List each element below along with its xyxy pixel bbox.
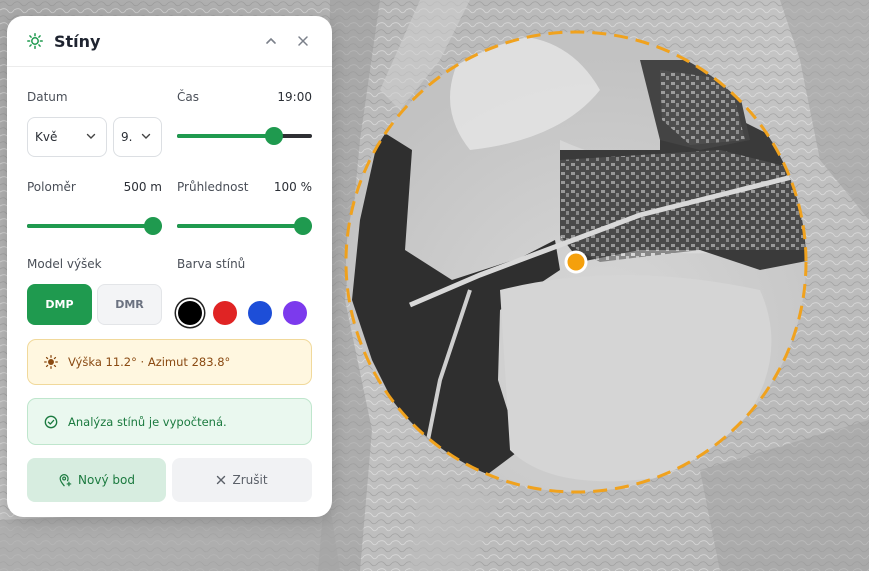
opacity-value: 100 %: [273, 180, 312, 194]
add-location-icon: [59, 474, 72, 487]
swatch-blue[interactable]: [248, 301, 272, 325]
analysis-status-text: Analýza stínů je vypočtená.: [68, 414, 227, 429]
close-icon: [298, 36, 308, 46]
new-point-label: Nový bod: [78, 473, 135, 487]
shadow-color-label: Barva stínů: [177, 257, 246, 271]
swatch-purple[interactable]: [283, 301, 307, 325]
time-slider-thumb[interactable]: [264, 127, 283, 145]
date-label: Datum: [27, 90, 68, 104]
opacity-slider-thumb[interactable]: [294, 217, 312, 235]
sun-position-text: Výška 11.2° · Azimut 283.8°: [68, 355, 231, 369]
month-select[interactable]: Kvě: [27, 117, 107, 157]
close-button[interactable]: [294, 32, 312, 50]
new-point-button[interactable]: Nový bod: [27, 458, 166, 502]
time-label: Čas: [177, 90, 199, 104]
radius-value: 500 m: [123, 180, 162, 194]
sun-settings-icon: [27, 33, 43, 49]
center-marker[interactable]: [564, 250, 588, 274]
day-select[interactable]: 9.: [113, 117, 162, 157]
sun-position-info: Výška 11.2° · Azimut 283.8°: [27, 339, 312, 385]
time-slider-fill: [177, 134, 279, 138]
radius-label: Poloměr: [27, 180, 76, 194]
analysis-status: Analýza stínů je vypočtená.: [27, 398, 312, 445]
close-icon: [217, 475, 226, 485]
chevron-up-icon: [266, 37, 276, 44]
cancel-label: Zrušit: [232, 473, 268, 487]
radius-slider[interactable]: [27, 216, 162, 236]
chevron-down-icon: [141, 133, 151, 139]
shadow-panel: Stíny Datum Čas 19:00 Kvě 9. Poloměr 500…: [7, 16, 332, 517]
panel-header: Stíny: [7, 16, 332, 67]
opacity-slider-fill: [177, 224, 312, 228]
time-value: 19:00: [277, 90, 312, 104]
radius-slider-thumb[interactable]: [144, 217, 162, 235]
swatch-black[interactable]: [178, 301, 202, 325]
opacity-slider[interactable]: [177, 216, 312, 236]
collapse-button[interactable]: [262, 32, 280, 50]
swatch-red[interactable]: [213, 301, 237, 325]
check-circle-icon: [44, 415, 58, 428]
model-label: Model výšek: [27, 257, 102, 271]
day-select-value: 9.: [121, 130, 133, 144]
time-slider[interactable]: [177, 126, 312, 146]
panel-title: Stíny: [54, 31, 101, 51]
cancel-button[interactable]: Zrušit: [172, 458, 312, 502]
radius-slider-fill: [27, 224, 162, 228]
model-dmr-button[interactable]: DMR: [97, 284, 162, 325]
month-select-value: Kvě: [35, 130, 58, 144]
opacity-label: Průhlednost: [177, 180, 249, 194]
model-dmp-button[interactable]: DMP: [27, 284, 92, 325]
sun-icon: [44, 355, 58, 369]
chevron-down-icon: [86, 133, 96, 139]
